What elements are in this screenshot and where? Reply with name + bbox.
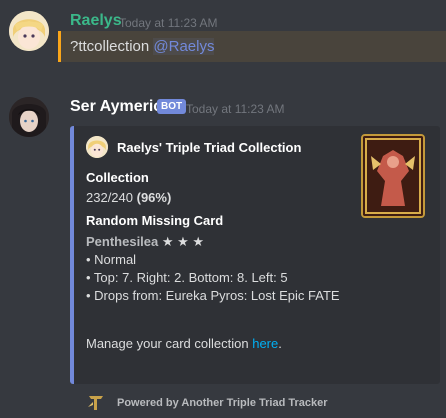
- embed-author: Raelys' Triple Triad Collection: [117, 140, 302, 155]
- card-rarity: • Normal: [86, 252, 137, 267]
- collection-percent: (96%): [136, 190, 172, 205]
- card-drop-source: • Drops from: Eureka Pyros: Lost Epic FA…: [86, 288, 340, 303]
- manage-text: Manage your card collection: [86, 336, 249, 351]
- username[interactable]: Raelys: [70, 12, 122, 30]
- embed-footer: Powered by Another Triple Triad Tracker: [117, 397, 328, 409]
- author-avatar-icon: [86, 136, 108, 158]
- card-stars: ★ ★ ★: [161, 234, 205, 249]
- card-thumbnail[interactable]: [361, 134, 425, 218]
- user-avatar[interactable]: [9, 11, 49, 51]
- manage-end: .: [278, 336, 282, 351]
- random-missing-title: Random Missing Card: [86, 213, 224, 228]
- card-stats: • Top: 7. Right: 2. Bottom: 8. Left: 5: [86, 270, 288, 285]
- bot-avatar[interactable]: [9, 97, 49, 137]
- message-ser-aymeric: Ser Aymeric BOT Today at 11:23 AM Raelys…: [0, 86, 446, 410]
- message-raelys: Raelys Today at 11:23 AM ?ttcollection @…: [0, 0, 446, 80]
- command-text: ?ttcollection: [70, 38, 150, 55]
- collection-count: 232/240: [86, 190, 133, 205]
- user-mention[interactable]: @Raelys: [153, 38, 215, 55]
- timestamp: Today at 11:23 AM: [186, 102, 285, 116]
- collection-title: Collection: [86, 170, 149, 185]
- manage-link[interactable]: here: [252, 336, 278, 351]
- bot-badge: BOT: [157, 99, 187, 114]
- collection-embed: Raelys' Triple Triad Collection Collecti…: [70, 126, 440, 410]
- timestamp: Today at 11:23 AM: [119, 16, 218, 30]
- triple-triad-icon: [86, 393, 106, 413]
- message-content: ?ttcollection @Raelys: [70, 38, 215, 55]
- manage-collection-text: Manage your card collection here.: [86, 335, 282, 353]
- collection-value: 232/240 (96%): [86, 189, 171, 207]
- username[interactable]: Ser Aymeric: [70, 98, 162, 116]
- card-name: Penthesilea: [86, 234, 159, 249]
- card-heading: Penthesilea ★ ★ ★: [86, 233, 204, 251]
